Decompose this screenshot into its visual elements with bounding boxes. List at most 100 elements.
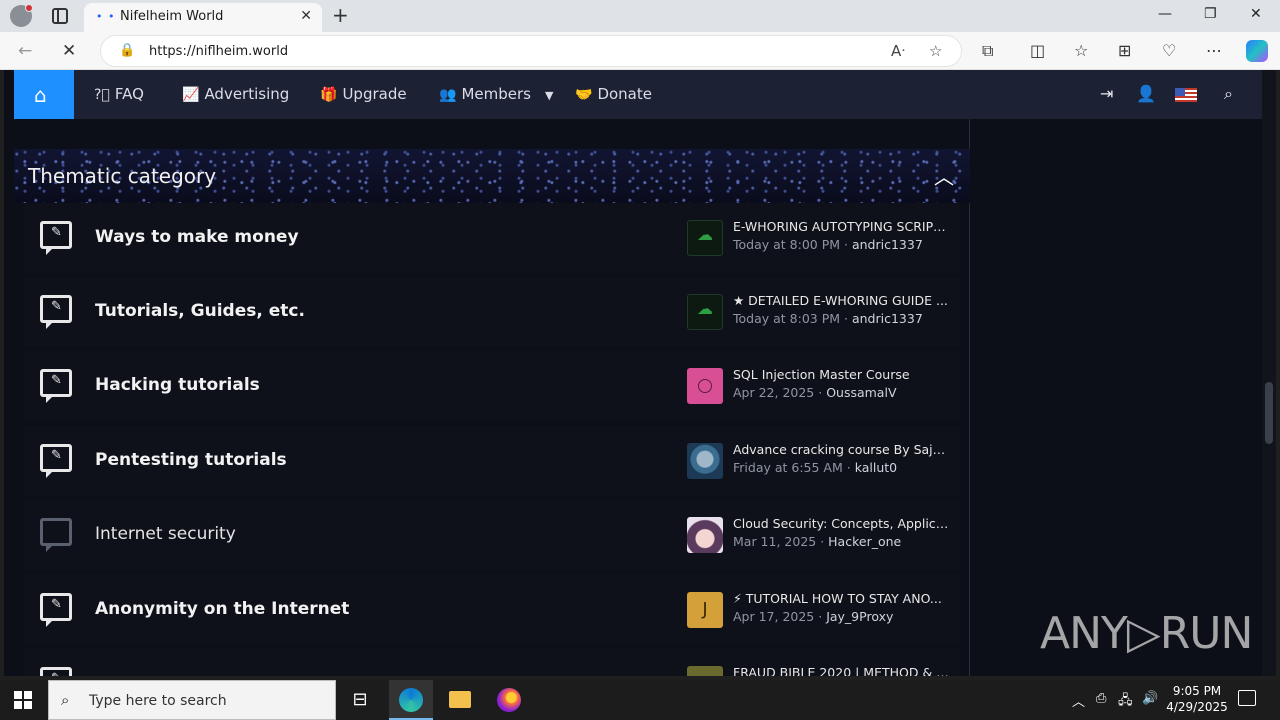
forum-name[interactable]: Tutorials, Guides, etc.	[95, 301, 305, 321]
forum-row[interactable]: ✎ Ways to make money E-WHORING AUTOTYPIN…	[24, 203, 960, 273]
register-icon[interactable]: 👤	[1136, 84, 1156, 103]
nav-donate[interactable]: 🤝 Donate	[575, 85, 652, 103]
clock-date: 4/29/2025	[1166, 700, 1228, 714]
tab-close-icon[interactable]: ✕	[300, 8, 312, 24]
nav-members[interactable]: 👥 Members ▼	[439, 85, 553, 103]
edge-browser-icon[interactable]	[399, 688, 423, 712]
forum-name[interactable]: Pentesting tutorials	[95, 450, 287, 470]
tray-chevron-up-icon[interactable]: ︿	[1072, 691, 1085, 710]
last-post-title[interactable]: ⚡ TUTORIAL HOW TO STAY ANO...	[733, 591, 949, 606]
taskbar-search-box[interactable]: ⌕ Type here to search	[48, 680, 336, 720]
forum-edit-icon: ✎	[40, 593, 72, 627]
windows-start-icon[interactable]	[14, 691, 32, 709]
users-icon: 👥	[439, 87, 457, 103]
forum-row[interactable]: ✎ Tutorials, Guides, etc. ★ DETAILED E-W…	[24, 277, 960, 347]
forum-row[interactable]: ✎ Pentesting tutorials Advance cracking …	[24, 426, 960, 496]
nav-faq[interactable]: ?⃝ FAQ	[94, 85, 144, 103]
more-menu-icon[interactable]: ⋯	[1206, 41, 1222, 60]
forum-edit-icon: ✎	[40, 221, 72, 255]
restore-icon[interactable]: ❐	[1204, 6, 1217, 22]
extensions-icon[interactable]: ⧉	[982, 41, 993, 61]
address-bar-row: ← ✕ 🔒 https://niflheim.world Aᐧ ☆ ⧉ ◫ ☆ …	[0, 32, 1280, 70]
last-post-meta: Apr 22, 2025 · OussamalV	[733, 385, 897, 400]
task-view-icon[interactable]: ⊟	[348, 689, 372, 711]
new-tab-button[interactable]: +	[332, 3, 349, 27]
last-post-meta: Today at 8:00 PM · andric1337	[733, 237, 923, 252]
last-post-user[interactable]: OussamalV	[826, 385, 896, 400]
handshake-icon: 🤝	[575, 87, 593, 103]
notification-dot	[25, 4, 33, 12]
gift-icon: 🎁	[320, 87, 338, 103]
last-post-title[interactable]: Cloud Security: Concepts, Applicat...	[733, 516, 949, 531]
copilot-icon[interactable]	[1246, 40, 1268, 62]
last-post-user[interactable]: Hacker_one	[828, 534, 901, 549]
read-aloud-icon[interactable]: Aᐧ	[891, 42, 905, 60]
avatar[interactable]: J	[687, 592, 723, 628]
search-icon[interactable]: ⌕	[1224, 84, 1233, 104]
favorite-star-icon[interactable]: ☆	[929, 42, 942, 60]
notifications-icon[interactable]	[1238, 690, 1256, 706]
tray-app-icon[interactable]: ⎙	[1096, 691, 1106, 706]
collections-icon[interactable]: ⊞	[1118, 41, 1131, 60]
stop-loading-icon[interactable]: ✕	[62, 41, 76, 61]
forum-name[interactable]: Anonymity on the Internet	[95, 599, 349, 619]
login-icon[interactable]: ⇥	[1100, 84, 1113, 103]
address-field[interactable]: 🔒 https://niflheim.world Aᐧ ☆	[100, 35, 962, 67]
last-post-title[interactable]: Advance cracking course By Sajaw...	[733, 442, 949, 457]
chart-line-icon: 📈	[182, 87, 200, 103]
last-post-user[interactable]: kallut0	[855, 460, 897, 475]
forum-row[interactable]: ✎ Hacking tutorials SQL Injection Master…	[24, 351, 960, 421]
tab-actions-icon[interactable]	[52, 8, 68, 24]
forum-name[interactable]: Hacking tutorials	[95, 375, 260, 395]
forum-read-icon	[40, 518, 72, 552]
profile-avatar[interactable]	[10, 4, 33, 27]
last-post-meta: Friday at 6:55 AM · kallut0	[733, 460, 898, 475]
category-title: Thematic category	[28, 164, 217, 188]
avatar[interactable]	[687, 294, 723, 330]
avatar[interactable]	[687, 666, 723, 676]
taskbar-clock[interactable]: 9:05 PM 4/29/2025	[1166, 683, 1228, 715]
browser-essentials-icon[interactable]: ♡	[1162, 41, 1176, 60]
lock-icon[interactable]: 🔒	[119, 43, 135, 58]
last-post-user[interactable]: andric1337	[852, 237, 923, 252]
collapse-chevron-up-icon[interactable]: ︿	[934, 161, 954, 190]
forum-main-column: Thematic category ︿ ✎ Ways to make money…	[14, 119, 970, 676]
browser-tab[interactable]: • • Nifelheim World ✕	[84, 3, 322, 32]
avatar[interactable]	[687, 443, 723, 479]
last-post-user[interactable]: Jay_9Proxy	[826, 609, 893, 624]
forum-row[interactable]: Internet security Cloud Security: Concep…	[24, 500, 960, 570]
url-text[interactable]: https://niflheim.world	[149, 44, 288, 59]
avatar[interactable]	[687, 368, 723, 404]
last-post-title[interactable]: FRAUD BIBLE 2020 | METHOD & T...	[733, 665, 949, 676]
nav-advertising[interactable]: 📈 Advertising	[182, 85, 289, 103]
last-post-title[interactable]: E-WHORING AUTOTYPING SCRIPT ...	[733, 219, 949, 234]
window-close-icon[interactable]: ✕	[1250, 6, 1262, 22]
favorites-icon[interactable]: ☆	[1074, 41, 1088, 60]
minimize-icon[interactable]: —	[1158, 6, 1172, 22]
us-flag-icon[interactable]	[1175, 88, 1197, 102]
file-explorer-icon[interactable]	[449, 691, 471, 708]
last-post-title[interactable]: ★ DETAILED E-WHORING GUIDE ...	[733, 293, 949, 308]
last-post-meta: Apr 17, 2025 · Jay_9Proxy	[733, 609, 894, 624]
avatar[interactable]	[687, 220, 723, 256]
back-icon[interactable]: ←	[18, 41, 32, 61]
network-icon[interactable]: 🖧	[1118, 691, 1133, 713]
forum-row[interactable]: ✎ FRAUD BIBLE 2020 | METHOD & T...	[24, 649, 960, 676]
last-post-user[interactable]: andric1337	[852, 311, 923, 326]
home-button[interactable]: ⌂	[14, 70, 74, 119]
forum-edit-icon: ✎	[40, 369, 72, 403]
windows-taskbar: ⌕ Type here to search ⊟ ︿ ⎙ 🖧 🔊 9:05 PM …	[0, 680, 1280, 720]
last-post-title[interactable]: SQL Injection Master Course	[733, 367, 949, 382]
forum-name[interactable]: Internet security	[95, 524, 236, 544]
nav-upgrade[interactable]: 🎁 Upgrade	[320, 85, 407, 103]
avatar[interactable]	[687, 517, 723, 553]
forum-row[interactable]: ✎ Anonymity on the Internet J ⚡ TUTORIAL…	[24, 575, 960, 645]
volume-icon[interactable]: 🔊	[1142, 691, 1158, 706]
split-screen-icon[interactable]: ◫	[1030, 41, 1045, 60]
page-scrollbar[interactable]	[1262, 70, 1276, 676]
firefox-icon[interactable]	[497, 688, 521, 712]
forum-name[interactable]: Ways to make money	[95, 227, 299, 247]
tab-title: Nifelheim World	[120, 9, 224, 24]
forum-edit-icon: ✎	[40, 444, 72, 478]
scrollbar-thumb[interactable]	[1265, 382, 1273, 444]
